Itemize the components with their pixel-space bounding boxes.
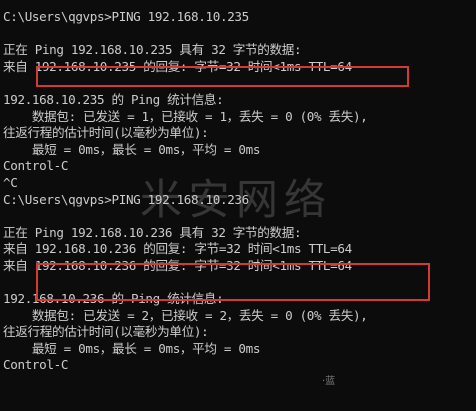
- control-c-line: Control-C: [3, 158, 69, 174]
- corner-watermark: ·蓝: [322, 376, 336, 387]
- command-line: C:\Users\qgvps>PING 192.168.10.235: [3, 9, 249, 24]
- statistics-header-line: 192.168.10.236 的 Ping 统计信息:: [3, 291, 224, 307]
- reply-line: 来自 192.168.10.236 的回复: 字节=32 时间<1ms TTL=…: [3, 257, 352, 273]
- rtt-header-line: 往返行程的估计时间(以毫秒为单位):: [3, 125, 209, 141]
- statistics-header-line: 192.168.10.235 的 Ping 统计信息:: [3, 91, 224, 107]
- console-output[interactable]: C:\Users\qgvps>PING 192.168.10.235 正在 Pi…: [0, 0, 476, 411]
- ping-header-line: 正在 Ping 192.168.10.235 具有 32 字节的数据:: [3, 42, 302, 58]
- rtt-header-line: 往返行程的估计时间(以毫秒为单位):: [3, 324, 209, 340]
- ping-header-line: 正在 Ping 192.168.10.236 具有 32 字节的数据:: [3, 224, 302, 240]
- reply-line: 来自 192.168.10.236 的回复: 字节=32 时间<1ms TTL=…: [3, 241, 352, 257]
- rtt-values-line: 最短 = 0ms，最长 = 0ms，平均 = 0ms: [3, 340, 261, 356]
- packets-line: 数据包: 已发送 = 2，已接收 = 2，丢失 = 0 (0% 丢失),: [3, 307, 368, 323]
- caret-c-line: ^C: [3, 174, 18, 190]
- packets-line: 数据包: 已发送 = 1，已接收 = 1，丢失 = 0 (0% 丢失),: [3, 108, 368, 124]
- control-c-line: Control-C: [3, 357, 69, 373]
- reply-line: 来自 192.168.10.235 的回复: 字节=32 时间<1ms TTL=…: [3, 58, 352, 74]
- command-line: C:\Users\qgvps>PING 192.168.10.236: [3, 191, 249, 207]
- rtt-values-line: 最短 = 0ms，最长 = 0ms，平均 = 0ms: [3, 141, 261, 157]
